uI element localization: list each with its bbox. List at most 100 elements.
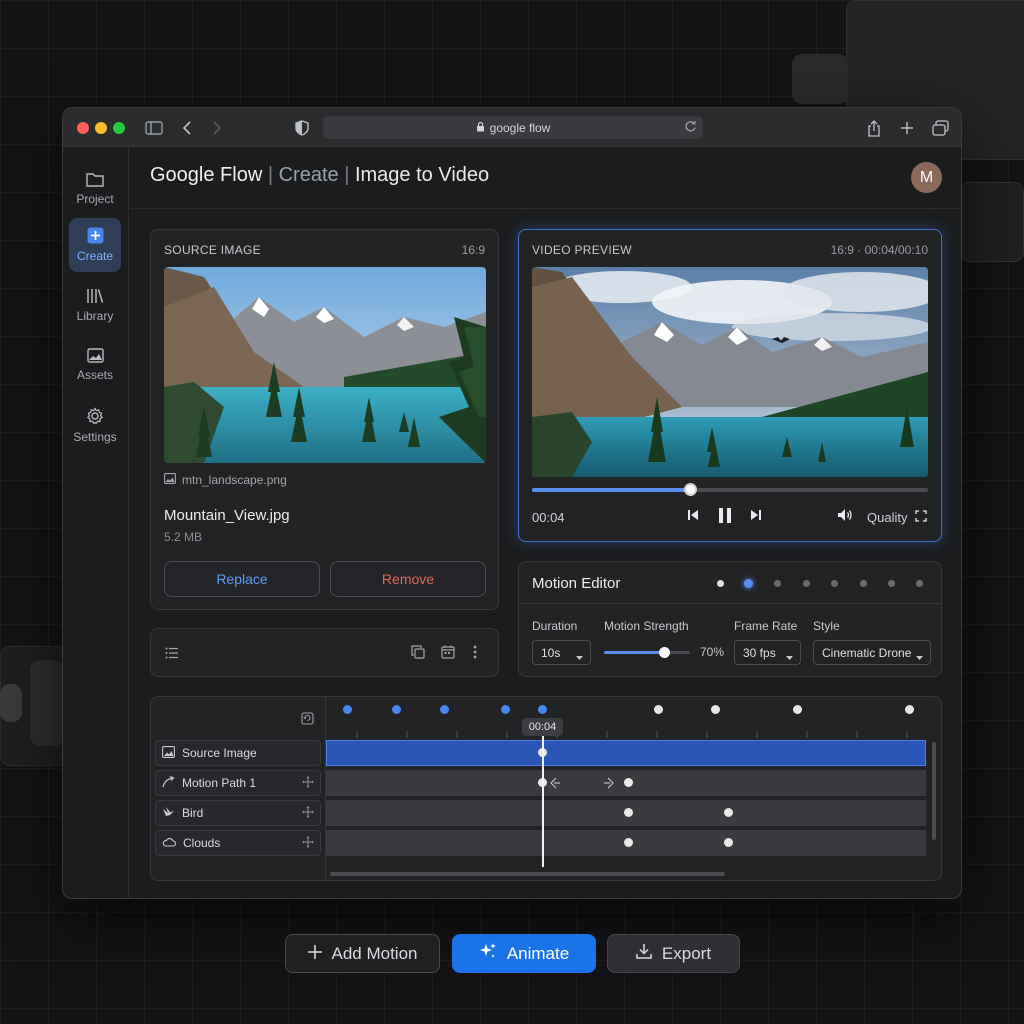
sidebar-item-project[interactable]: Project <box>69 162 121 216</box>
duplicate-icon[interactable] <box>411 645 425 664</box>
track-keyframe[interactable] <box>624 838 633 847</box>
sidebar-item-assets[interactable]: Assets <box>69 338 121 392</box>
volume-icon[interactable] <box>837 508 853 522</box>
playhead-line[interactable] <box>542 736 544 867</box>
sidebar: Project Create Library Assets Settings <box>63 147 129 898</box>
motion-strength-slider[interactable] <box>604 647 690 658</box>
source-aspect-ratio: 16:9 <box>461 243 485 257</box>
video-preview-meta: 16:9 · 00:04/00:10 <box>830 243 928 257</box>
duration-value: 10s <box>541 645 561 660</box>
avatar[interactable]: M <box>911 162 942 193</box>
keyframe-dot[interactable] <box>860 580 867 587</box>
ruler-keyframe[interactable] <box>711 705 720 714</box>
track-bar-source-image[interactable] <box>326 740 926 766</box>
loop-icon[interactable] <box>301 712 314 730</box>
sidebar-item-settings[interactable]: Settings <box>69 398 121 452</box>
slider-handle[interactable] <box>659 647 671 658</box>
ruler-keyframe[interactable] <box>654 705 663 714</box>
back-icon[interactable] <box>176 117 198 139</box>
ruler-keyframe[interactable] <box>905 705 914 714</box>
frame-rate-value: 30 fps <box>743 645 776 660</box>
shield-icon[interactable] <box>291 117 313 139</box>
keyframe-dot[interactable] <box>774 580 781 587</box>
timeline-panel: 00:04 Source Image Motion Path 1 Bird Cl… <box>150 696 942 881</box>
move-handle-icon[interactable] <box>302 776 314 791</box>
timeline-ruler <box>356 731 908 738</box>
plus-icon <box>307 944 322 964</box>
source-image-card: SOURCE IMAGE 16:9 mtn_landscape.png Moun… <box>150 229 499 610</box>
style-select[interactable]: Cinematic Drone <box>813 640 931 665</box>
share-icon[interactable] <box>863 117 885 139</box>
reload-icon[interactable] <box>684 120 697 136</box>
ruler-keyframe[interactable] <box>501 705 510 714</box>
vertical-scrollbar[interactable] <box>932 742 936 840</box>
sidebar-item-create[interactable]: Create <box>69 218 121 272</box>
url-text: google flow <box>489 120 551 135</box>
keyframe-dot[interactable] <box>717 580 724 587</box>
ruler-keyframe[interactable] <box>392 705 401 714</box>
video-preview-frame[interactable] <box>532 267 928 477</box>
keyframe-dot[interactable] <box>916 580 923 587</box>
ruler-keyframe[interactable] <box>538 705 547 714</box>
video-preview-card: VIDEO PREVIEW 16:9 · 00:04/00:10 00:04 Q… <box>518 229 942 542</box>
tabs-overview-icon[interactable] <box>929 117 951 139</box>
motion-strength-label: Motion Strength <box>604 619 689 633</box>
track-keyframe[interactable] <box>724 838 733 847</box>
skip-back-icon[interactable] <box>687 509 699 521</box>
track-keyframe[interactable] <box>624 808 633 817</box>
keyframe-dot[interactable] <box>803 580 810 587</box>
track-bird[interactable]: Bird <box>155 800 321 826</box>
quality-button[interactable]: Quality <box>867 510 907 525</box>
fullscreen-icon[interactable] <box>915 510 927 522</box>
divider <box>519 603 941 604</box>
replace-button[interactable]: Replace <box>164 561 320 597</box>
video-progress-handle[interactable] <box>684 483 698 496</box>
clip-toolbar <box>150 628 499 677</box>
pause-icon[interactable] <box>718 508 732 523</box>
breadcrumb-section[interactable]: Create <box>279 164 339 186</box>
frame-rate-select[interactable]: 30 fps <box>734 640 801 665</box>
track-keyframe[interactable] <box>724 808 733 817</box>
animate-button[interactable]: Animate <box>452 934 596 973</box>
keyframe-dot[interactable] <box>831 580 838 587</box>
forward-icon[interactable] <box>206 117 228 139</box>
track-source-image[interactable]: Source Image <box>155 740 321 766</box>
duration-select[interactable]: 10s <box>532 640 591 665</box>
remove-button[interactable]: Remove <box>330 561 486 597</box>
source-image-thumbnail[interactable] <box>164 267 486 463</box>
breadcrumb-page: Image to Video <box>354 164 490 186</box>
image-icon <box>162 745 175 761</box>
folder-icon <box>86 172 104 187</box>
download-icon <box>636 943 652 964</box>
skip-forward-icon[interactable] <box>750 509 762 521</box>
close-window-button[interactable] <box>77 122 89 134</box>
list-icon[interactable] <box>165 646 179 664</box>
track-clouds[interactable]: Clouds <box>155 830 321 856</box>
ruler-keyframe[interactable] <box>793 705 802 714</box>
video-progress-track[interactable] <box>532 483 928 496</box>
horizontal-scrollbar[interactable] <box>330 872 725 876</box>
ruler-keyframe[interactable] <box>440 705 449 714</box>
move-handle-icon[interactable] <box>302 836 314 851</box>
keyframe-dot-active[interactable] <box>744 579 753 588</box>
ruler-keyframe[interactable] <box>343 705 352 714</box>
address-bar[interactable]: google flow <box>323 116 703 139</box>
move-handle-icon[interactable] <box>302 806 314 821</box>
source-filename-row: mtn_landscape.png <box>164 473 287 487</box>
library-icon <box>86 288 104 304</box>
minimize-window-button[interactable] <box>95 122 107 134</box>
chevron-down-icon <box>786 650 793 664</box>
track-motion-path-1[interactable]: Motion Path 1 <box>155 770 321 796</box>
calendar-icon[interactable] <box>441 645 455 664</box>
keyframe-dot[interactable] <box>888 580 895 587</box>
export-button[interactable]: Export <box>607 934 740 973</box>
sidebar-item-library[interactable]: Library <box>69 278 121 332</box>
add-motion-button[interactable]: Add Motion <box>285 934 440 973</box>
new-tab-icon[interactable] <box>896 117 918 139</box>
maximize-window-button[interactable] <box>113 122 125 134</box>
sidebar-toggle-icon[interactable] <box>143 117 165 139</box>
app-name: Google Flow <box>150 164 263 186</box>
more-vertical-icon[interactable] <box>473 645 477 664</box>
sidebar-item-label: Project <box>76 192 114 206</box>
track-keyframe[interactable] <box>624 778 633 787</box>
